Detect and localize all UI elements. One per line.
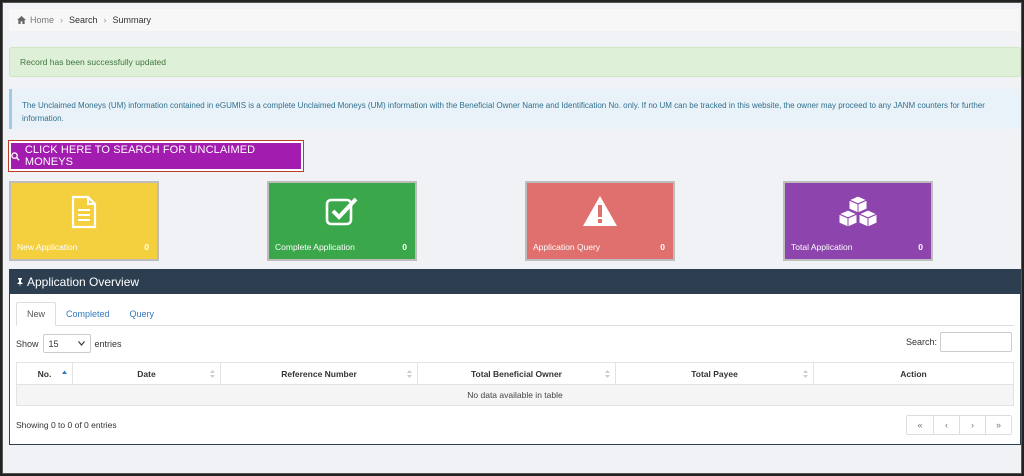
tile-application-query[interactable]: Application Query 0 — [525, 181, 675, 261]
column-header-action: Action — [813, 362, 1014, 385]
tile-complete-application[interactable]: Complete Application 0 — [267, 181, 417, 261]
entries-label: entries — [94, 338, 122, 349]
breadcrumb-separator-icon: › — [103, 15, 107, 25]
column-header-label: No. — [37, 368, 52, 379]
cubes-icon — [837, 195, 879, 228]
next-page-button[interactable]: › — [959, 416, 985, 434]
search-button-label: CLICK HERE TO SEARCH FOR UNCLAIMED MONEY… — [24, 144, 256, 168]
show-label: Show — [16, 338, 39, 349]
breadcrumb-home[interactable]: Home — [30, 15, 54, 25]
sort-icon — [210, 370, 215, 378]
breadcrumb-summary: Summary — [112, 15, 152, 25]
table-info: Showing 0 to 0 of 0 entries — [16, 420, 117, 430]
document-icon — [71, 195, 97, 229]
application-overview-panel: Application Overview New Completed Query… — [9, 269, 1021, 445]
search-icon — [11, 151, 20, 161]
success-alert-text: Record has been successfully updated — [20, 57, 167, 67]
tab-completed[interactable]: Completed — [56, 302, 120, 326]
info-alert: The Unclaimed Moneys (UM) information co… — [9, 89, 1021, 129]
column-header-label: Date — [137, 368, 156, 379]
column-header-no[interactable]: No. — [16, 362, 73, 385]
column-header-total-beneficial-owner[interactable]: Total Beneficial Owner — [417, 362, 616, 385]
last-page-button[interactable]: » — [985, 416, 1011, 434]
column-header-total-payee[interactable]: Total Payee — [615, 362, 814, 385]
entries-select[interactable]: 15 — [42, 334, 91, 353]
page-length-control: Show 15 entries — [16, 334, 122, 353]
sort-asc-icon — [62, 370, 67, 374]
search-label: Search: — [905, 337, 937, 347]
page-frame: Home › Search › Summary Record has been … — [2, 2, 1022, 474]
tile-count: 0 — [660, 242, 665, 252]
warning-icon — [583, 196, 617, 226]
first-page-button[interactable]: « — [907, 416, 933, 434]
tile-count: 0 — [918, 242, 923, 252]
previous-page-button[interactable]: ‹ — [933, 416, 959, 434]
column-header-date[interactable]: Date — [72, 362, 221, 385]
tab-new[interactable]: New — [16, 302, 57, 326]
sort-icon — [407, 370, 412, 378]
tile-label: Total Application — [791, 242, 853, 252]
table-header-row: No. Date Reference Number Total Benefici… — [16, 362, 1014, 385]
column-header-reference-number[interactable]: Reference Number — [220, 362, 418, 385]
info-alert-text: The Unclaimed Moneys (UM) information co… — [22, 101, 985, 123]
tile-count: 0 — [144, 242, 149, 252]
tile-label: Application Query — [533, 242, 601, 252]
panel-header: Application Overview — [10, 270, 1020, 294]
tile-label: Complete Application — [275, 242, 355, 252]
tile-total-application[interactable]: Total Application 0 — [783, 181, 933, 261]
overview-tabs: New Completed Query — [16, 302, 1014, 326]
tile-count: 0 — [402, 242, 407, 252]
tile-new-application[interactable]: New Application 0 — [9, 181, 159, 261]
breadcrumb: Home › Search › Summary — [9, 9, 1019, 31]
chevron-down-icon — [77, 341, 85, 346]
column-header-label: Reference Number — [281, 368, 357, 379]
pagination: « ‹ › » — [906, 415, 1012, 435]
check-square-icon — [325, 197, 358, 226]
table-row: No data available in table — [16, 384, 1014, 406]
search-unclaimed-moneys-button[interactable]: CLICK HERE TO SEARCH FOR UNCLAIMED MONEY… — [8, 140, 304, 172]
column-header-label: Total Beneficial Owner — [470, 368, 562, 379]
pin-icon — [17, 277, 23, 287]
tile-label: New Application — [17, 242, 78, 252]
search-button-body[interactable]: CLICK HERE TO SEARCH FOR UNCLAIMED MONEY… — [11, 143, 301, 169]
sort-icon — [605, 370, 610, 378]
sort-icon — [803, 370, 808, 378]
column-header-label: Total Payee — [691, 368, 738, 379]
search-input[interactable] — [940, 332, 1012, 352]
empty-table-message: No data available in table — [16, 384, 1014, 406]
tab-query[interactable]: Query — [120, 302, 165, 326]
success-alert: Record has been successfully updated — [9, 47, 1021, 77]
column-header-label: Action — [900, 368, 927, 379]
table-search: Search: — [906, 332, 1012, 352]
breadcrumb-search[interactable]: Search — [69, 15, 98, 25]
breadcrumb-separator-icon: › — [60, 15, 64, 25]
panel-title: Application Overview — [27, 275, 140, 289]
home-icon — [17, 16, 26, 24]
entries-select-value: 15 — [48, 338, 59, 349]
applications-table: No. Date Reference Number Total Benefici… — [16, 362, 1014, 406]
